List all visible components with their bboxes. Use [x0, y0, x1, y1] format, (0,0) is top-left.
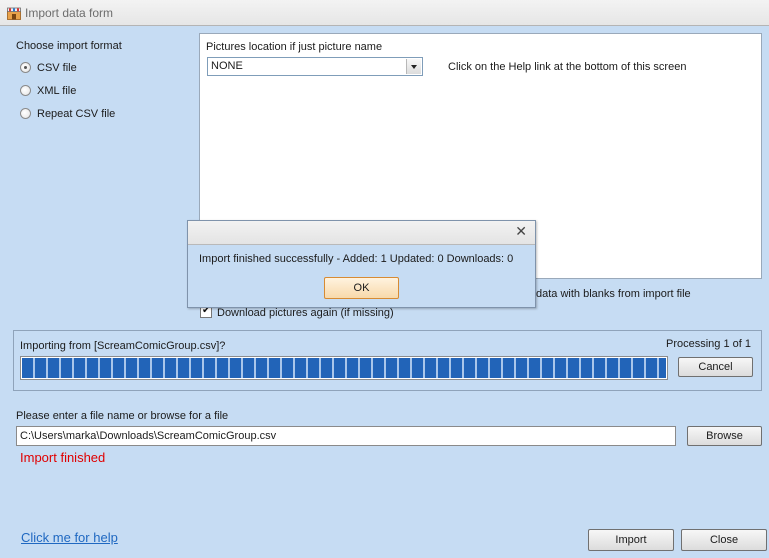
import-result-dialog: ✕ Import finished successfully - Added: …: [187, 220, 536, 308]
import-status-text: Import finished: [20, 450, 106, 465]
close-icon[interactable]: ✕: [515, 224, 527, 240]
radio-xml-file-label[interactable]: XML file: [37, 85, 76, 97]
window-title: Import data form: [25, 6, 114, 20]
import-button[interactable]: Import: [588, 529, 674, 551]
chevron-down-icon[interactable]: [406, 59, 421, 74]
app-icon: [7, 7, 21, 20]
cancel-button[interactable]: Cancel: [678, 357, 753, 377]
browse-button[interactable]: Browse: [687, 426, 762, 446]
dialog-message: Import finished successfully - Added: 1 …: [199, 253, 514, 265]
radio-repeat-csv-file-label[interactable]: Repeat CSV file: [37, 108, 115, 120]
import-progress-bar: [20, 356, 668, 380]
radio-repeat-csv-file[interactable]: [20, 108, 31, 119]
file-prompt-label: Please enter a file name or browse for a…: [16, 410, 229, 422]
title-bar: Import data form: [0, 0, 769, 26]
pictures-location-label: Pictures location if just picture name: [206, 41, 383, 53]
overwrite-blanks-label: data with blanks from import file: [536, 288, 691, 300]
radio-xml-file[interactable]: [20, 85, 31, 96]
dialog-title-bar: ✕: [188, 221, 535, 245]
radio-csv-file[interactable]: [20, 62, 31, 73]
radio-csv-file-label[interactable]: CSV file: [37, 62, 77, 74]
progress-fill: [22, 358, 666, 378]
importing-from-text: Importing from [ScreamComicGroup.csv]?: [20, 340, 226, 352]
pictures-location-value: NONE: [211, 60, 243, 72]
help-link[interactable]: Click me for help: [21, 530, 118, 545]
processing-count-text: Processing 1 of 1: [666, 338, 751, 350]
help-hint-text: Click on the Help link at the bottom of …: [448, 61, 687, 73]
file-path-input[interactable]: C:\Users\marka\Downloads\ScreamComicGrou…: [16, 426, 676, 446]
close-button[interactable]: Close: [681, 529, 767, 551]
download-pictures-label[interactable]: Download pictures again (if missing): [217, 307, 394, 319]
ok-button[interactable]: OK: [324, 277, 399, 299]
pictures-location-dropdown[interactable]: NONE: [207, 57, 423, 76]
import-format-heading: Choose import format: [16, 40, 122, 52]
